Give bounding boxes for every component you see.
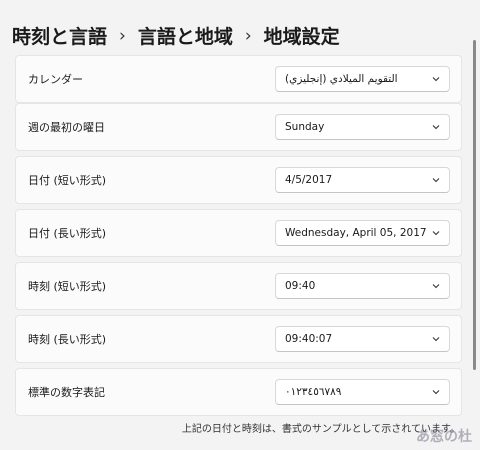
- setting-row-calendar: カレンダー التقويم الميلادي (إنجليزي): [15, 55, 462, 103]
- setting-row-number-format: 標準の数字表記 ٠١٢٣٤٥٦٧٨٩: [15, 368, 462, 416]
- chevron-down-icon: [432, 390, 440, 395]
- chevron-down-icon: [432, 231, 440, 236]
- long-time-dropdown[interactable]: 09:40:07: [275, 326, 450, 352]
- short-date-dropdown[interactable]: 4/5/2017: [275, 167, 450, 193]
- setting-label: カレンダー: [28, 73, 83, 86]
- setting-label: 標準の数字表記: [28, 386, 105, 399]
- setting-label: 日付 (短い形式): [28, 174, 107, 187]
- scrollbar[interactable]: [473, 40, 476, 370]
- setting-row-long-date: 日付 (長い形式) Wednesday, April 05, 2017: [15, 209, 462, 257]
- page-title: 地域設定: [263, 26, 340, 48]
- setting-row-short-time: 時刻 (短い形式) 09:40: [15, 262, 462, 310]
- chevron-down-icon: [432, 337, 440, 342]
- chevron-down-icon: [432, 125, 440, 130]
- dropdown-value: 09:40:07: [285, 333, 333, 345]
- setting-label: 時刻 (短い形式): [28, 280, 107, 293]
- watermark-logo: あ窓の杜: [416, 429, 472, 445]
- number-format-dropdown[interactable]: ٠١٢٣٤٥٦٧٨٩: [275, 379, 450, 405]
- chevron-down-icon: [432, 178, 440, 183]
- first-day-dropdown[interactable]: Sunday: [275, 114, 450, 140]
- setting-row-long-time: 時刻 (長い形式) 09:40:07: [15, 315, 462, 363]
- dropdown-value: 09:40: [285, 280, 316, 292]
- dropdown-value: Wednesday, April 05, 2017: [285, 227, 427, 239]
- breadcrumb-separator-icon: ›: [119, 25, 126, 46]
- setting-label: 週の最初の曜日: [28, 121, 105, 134]
- chevron-down-icon: [432, 77, 440, 82]
- breadcrumb: 時刻と言語 › 言語と地域 › 地域設定: [12, 22, 340, 49]
- calendar-dropdown[interactable]: التقويم الميلادي (إنجليزي): [275, 66, 450, 92]
- setting-label: 時刻 (長い形式): [28, 333, 107, 346]
- dropdown-value: 4/5/2017: [285, 174, 333, 186]
- breadcrumb-item-time-language[interactable]: 時刻と言語: [12, 22, 107, 49]
- breadcrumb-separator-icon: ›: [244, 25, 252, 46]
- breadcrumb-item-language-region[interactable]: 言語と地域: [138, 22, 233, 49]
- dropdown-value: Sunday: [285, 121, 325, 133]
- long-date-dropdown[interactable]: Wednesday, April 05, 2017: [275, 220, 450, 246]
- setting-row-short-date: 日付 (短い形式) 4/5/2017: [15, 156, 462, 204]
- setting-label: 日付 (長い形式): [28, 227, 107, 240]
- short-time-dropdown[interactable]: 09:40: [275, 273, 450, 299]
- dropdown-value: التقويم الميلادي (إنجليزي): [285, 73, 398, 85]
- dropdown-value: ٠١٢٣٤٥٦٧٨٩: [285, 386, 342, 398]
- chevron-down-icon: [432, 284, 440, 289]
- setting-row-first-day: 週の最初の曜日 Sunday: [15, 103, 462, 151]
